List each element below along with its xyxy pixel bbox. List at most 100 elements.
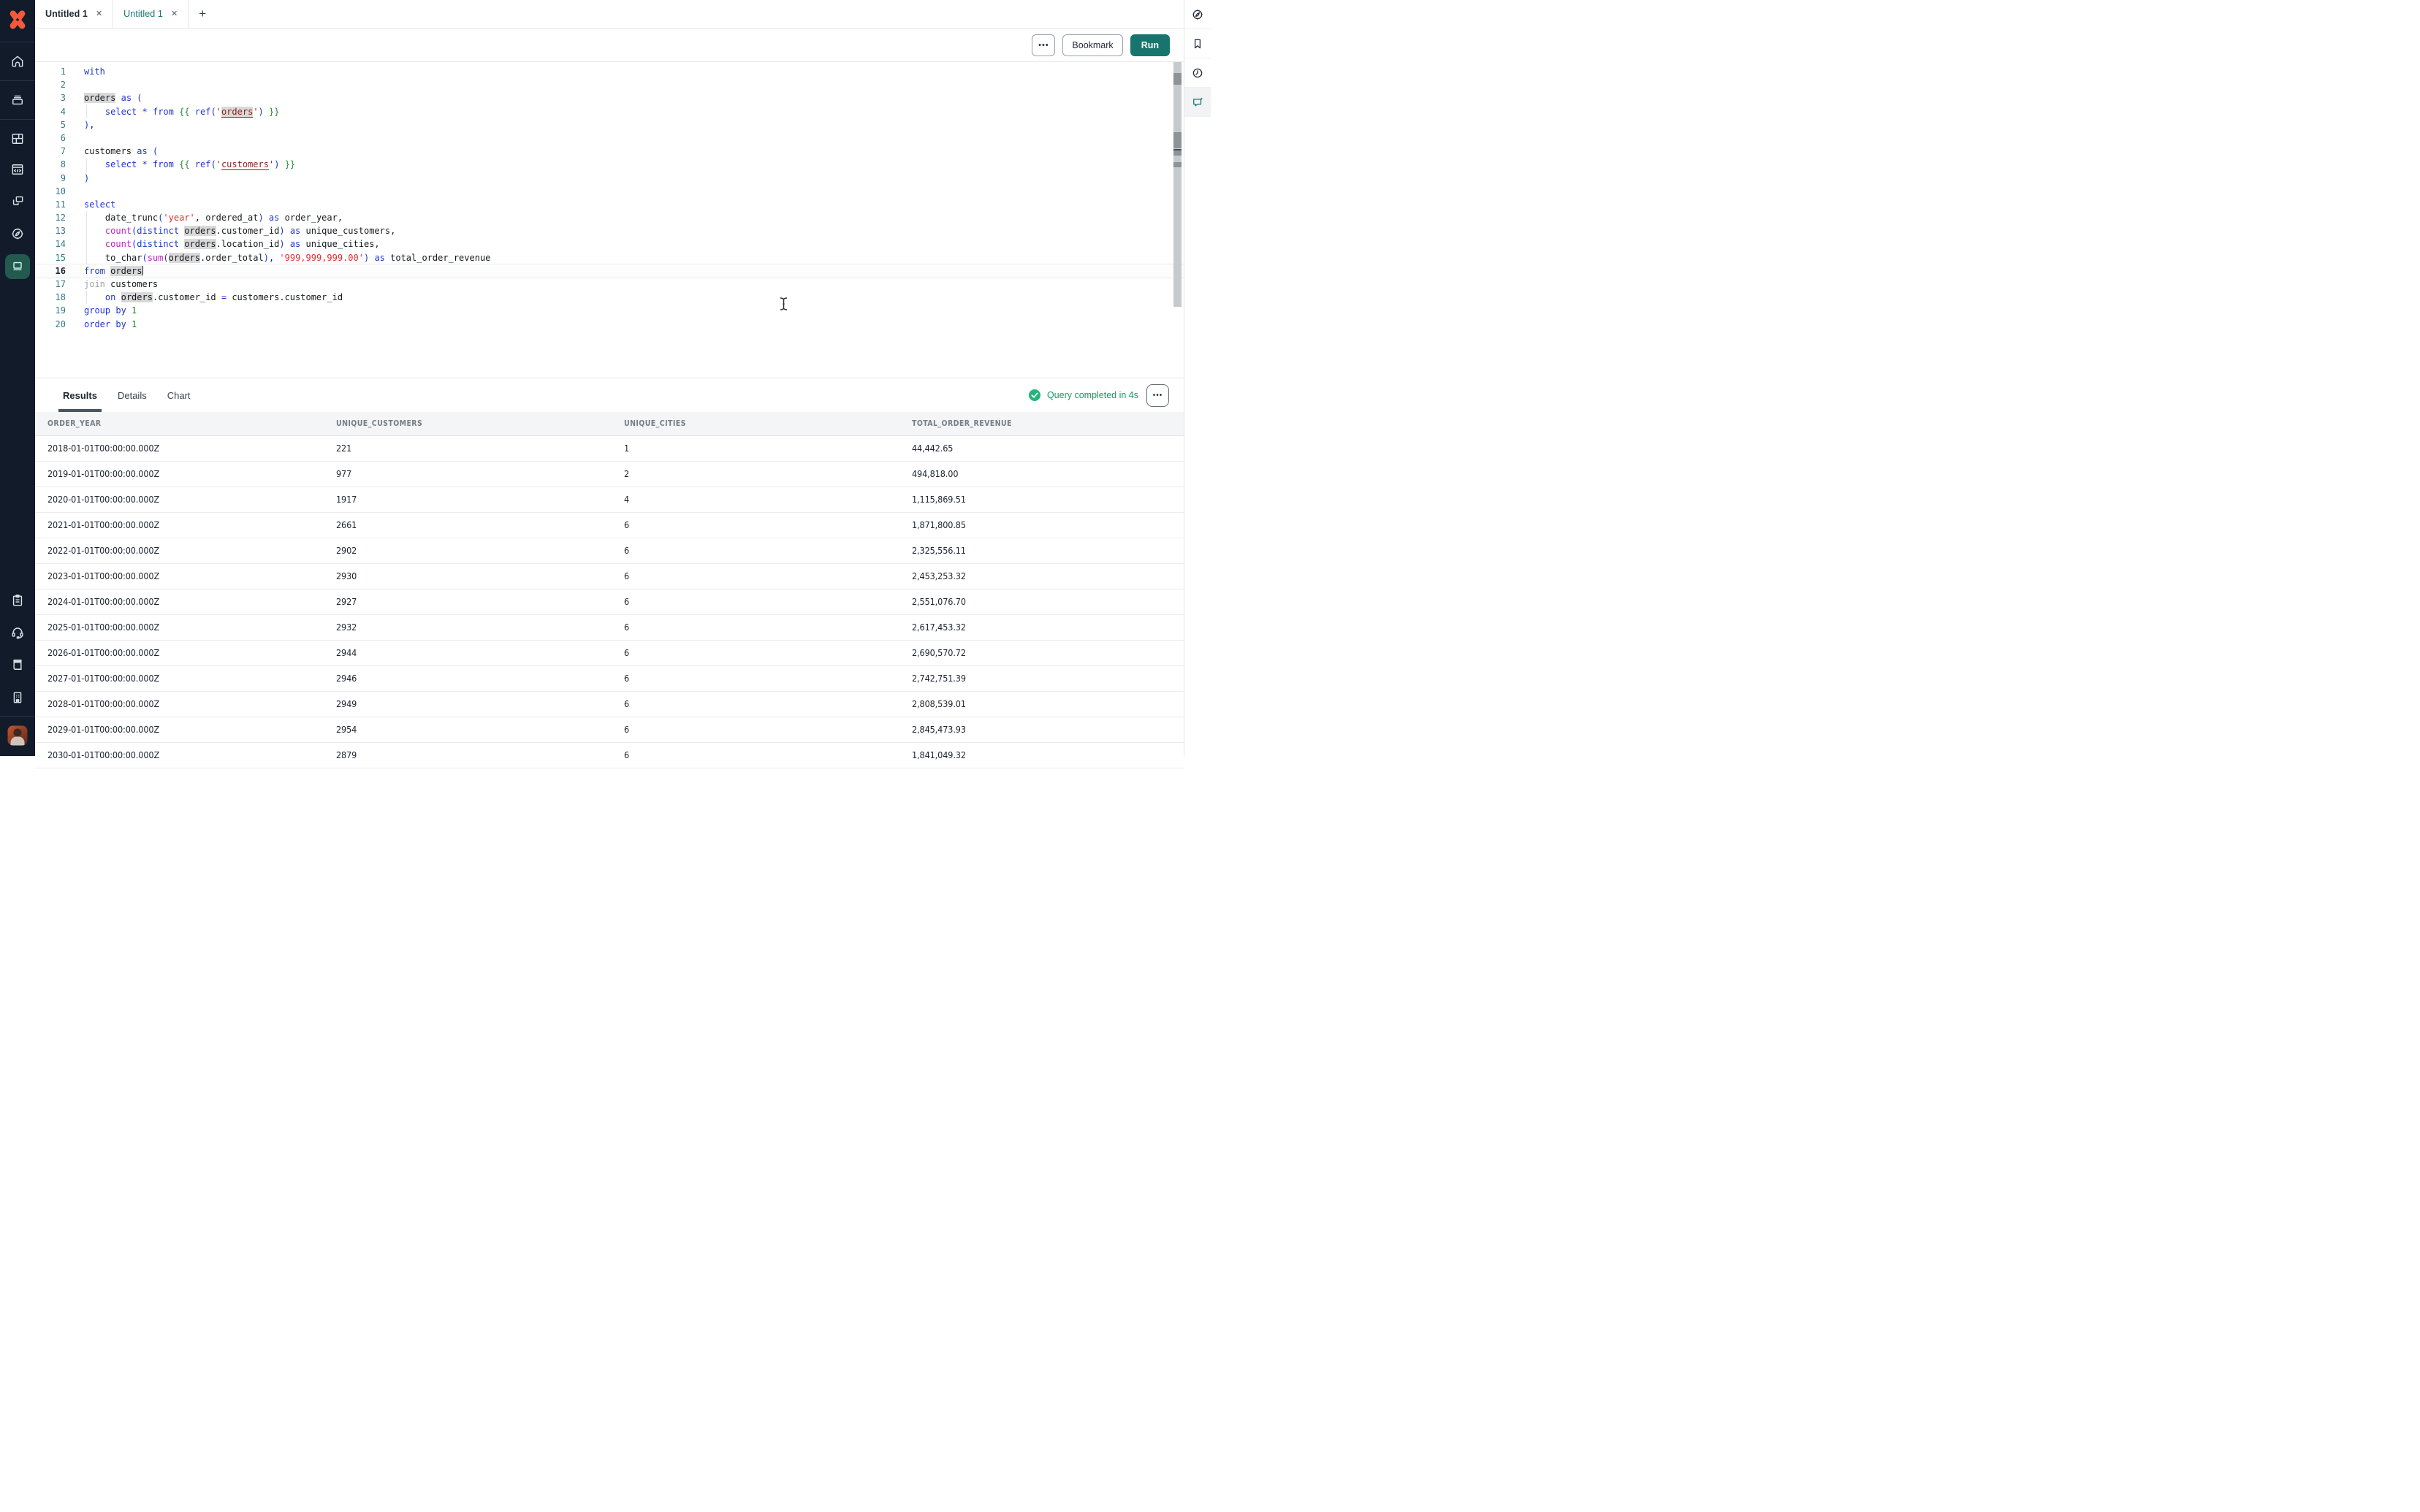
- code-line-2[interactable]: 2: [35, 78, 1184, 91]
- results-tab-results[interactable]: Results: [63, 378, 97, 412]
- table-cell: 4: [612, 486, 899, 512]
- run-button[interactable]: Run: [1130, 34, 1170, 56]
- code-token: order_year,: [279, 213, 343, 223]
- table-cell: 2023-01-01T00:00:00.000Z: [35, 563, 324, 589]
- editor-scrollbar[interactable]: [1173, 62, 1182, 307]
- sidebar-item-history-right[interactable]: [1184, 58, 1211, 88]
- sidebar-item-explore[interactable]: [5, 221, 30, 246]
- code-line-4[interactable]: 4 select * from {{ ref('orders') }}: [35, 105, 1184, 118]
- column-header[interactable]: TOTAL_ORDER_REVENUE: [899, 412, 1184, 435]
- code-line-20[interactable]: 20order by 1: [35, 318, 1184, 331]
- table-row[interactable]: 2024-01-01T00:00:00.000Z292762,551,076.7…: [35, 589, 1184, 614]
- code-line-5[interactable]: 5),: [35, 118, 1184, 131]
- code-line-13[interactable]: 13 count(distinct orders.customer_id) as…: [35, 224, 1184, 237]
- app-window: Untitled 1✕Untitled 1✕+ ••• Bookmark Run…: [0, 0, 1210, 756]
- tab-close-icon[interactable]: ✕: [170, 9, 179, 20]
- code-token: [279, 159, 284, 169]
- sidebar-item-notebook[interactable]: [5, 254, 30, 279]
- sidebar-item-home[interactable]: [5, 49, 30, 74]
- results-more-button[interactable]: •••: [1146, 384, 1169, 407]
- code-line-17[interactable]: 17join customers: [35, 278, 1184, 291]
- more-options-button[interactable]: •••: [1032, 34, 1055, 56]
- sidebar-item-support[interactable]: [5, 620, 30, 645]
- code-line-12[interactable]: 12 date_trunc('year', ordered_at) as ord…: [35, 211, 1184, 224]
- sidebar-item-docs[interactable]: [5, 652, 30, 677]
- code-token: unique_customers,: [300, 226, 395, 236]
- table-row[interactable]: 2030-01-01T00:00:00.000Z287961,841,049.3…: [35, 742, 1184, 768]
- code-line-9[interactable]: 9): [35, 172, 1184, 185]
- code-line-15[interactable]: 15 to_char(sum(orders.order_total), '999…: [35, 251, 1184, 264]
- notebook-tab-1[interactable]: Untitled 1✕: [35, 0, 113, 28]
- code-line-10[interactable]: 10: [35, 185, 1184, 198]
- code-line-14[interactable]: 14 count(distinct orders.location_id) as…: [35, 237, 1184, 251]
- code-token: .customer_id: [153, 292, 221, 302]
- table-cell: 2661: [324, 512, 612, 538]
- sidebar-item-components[interactable]: [5, 188, 30, 213]
- indent-guide: [86, 224, 87, 237]
- line-number: 15: [35, 251, 66, 264]
- code-token: [84, 239, 105, 249]
- table-row[interactable]: 2026-01-01T00:00:00.000Z294462,690,570.7…: [35, 640, 1184, 665]
- sidebar-item-templates[interactable]: [5, 588, 30, 613]
- code-token: as: [374, 253, 384, 263]
- line-number: 5: [35, 118, 66, 131]
- code-token: date_trunc: [84, 213, 158, 223]
- table-cell: 2029-01-01T00:00:00.000Z: [35, 717, 324, 742]
- sidebar-item-ai-chat-right[interactable]: [1184, 88, 1211, 117]
- code-line-6[interactable]: 6: [35, 131, 1184, 145]
- results-tab-chart[interactable]: Chart: [167, 378, 191, 412]
- code-line-18[interactable]: 18 on orders.customer_id = customers.cus…: [35, 291, 1184, 304]
- table-row[interactable]: 2023-01-01T00:00:00.000Z293062,453,253.3…: [35, 563, 1184, 589]
- code-line-8[interactable]: 8 select * from {{ ref('customers') }}: [35, 158, 1184, 171]
- table-row[interactable]: 2022-01-01T00:00:00.000Z290262,325,556.1…: [35, 538, 1184, 563]
- sql-editor[interactable]: 1with23orders as (4 select * from {{ ref…: [35, 62, 1184, 378]
- table-row[interactable]: 2027-01-01T00:00:00.000Z294662,742,751.3…: [35, 665, 1184, 691]
- table-cell: 2932: [324, 614, 612, 640]
- line-number: 4: [35, 105, 66, 118]
- sidebar-divider: [0, 80, 35, 81]
- hex-logo-icon[interactable]: [7, 9, 28, 30]
- left-sidebar: [0, 0, 35, 756]
- table-row[interactable]: 2019-01-01T00:00:00.000Z9772494,818.00: [35, 461, 1184, 486]
- code-line-19[interactable]: 19group by 1: [35, 304, 1184, 317]
- table-row[interactable]: 2029-01-01T00:00:00.000Z295462,845,473.9…: [35, 717, 1184, 742]
- table-cell: 6: [612, 717, 899, 742]
- sidebar-item-code[interactable]: [5, 157, 30, 182]
- sidebar-item-organization[interactable]: [5, 685, 30, 710]
- code-token: from: [153, 107, 174, 117]
- right-sidebar: [1184, 0, 1210, 756]
- results-tab-details[interactable]: Details: [118, 378, 147, 412]
- code-line-7[interactable]: 7customers as (: [35, 145, 1184, 158]
- code-token: [148, 146, 153, 156]
- table-row[interactable]: 2020-01-01T00:00:00.000Z191741,115,869.5…: [35, 486, 1184, 512]
- user-avatar[interactable]: [8, 726, 28, 746]
- code-line-11[interactable]: 11select: [35, 198, 1184, 211]
- table-row[interactable]: 2025-01-01T00:00:00.000Z293262,617,453.3…: [35, 614, 1184, 640]
- code-line-3[interactable]: 3orders as (: [35, 91, 1184, 104]
- table-cell: 2024-01-01T00:00:00.000Z: [35, 589, 324, 614]
- headset-icon: [10, 625, 25, 640]
- code-token: to_char: [84, 253, 142, 263]
- compass-icon: [10, 226, 25, 241]
- code-line-16[interactable]: 16from orders: [35, 264, 1184, 278]
- sidebar-item-explore-right[interactable]: [1184, 0, 1211, 29]
- laptop-icon: [10, 259, 25, 274]
- tab-close-icon[interactable]: ✕: [94, 9, 104, 20]
- sidebar-item-collections[interactable]: [5, 88, 30, 112]
- table-row[interactable]: 2018-01-01T00:00:00.000Z221144,442.65: [35, 435, 1184, 461]
- code-token: orders: [84, 93, 115, 103]
- sidebar-item-bookmarks-right[interactable]: [1184, 29, 1211, 58]
- indent-guide: [86, 158, 87, 171]
- sidebar-item-apps[interactable]: [5, 126, 30, 151]
- table-row[interactable]: 2021-01-01T00:00:00.000Z266161,871,800.8…: [35, 512, 1184, 538]
- code-line-1[interactable]: 1with: [35, 65, 1184, 78]
- notebook-tab-2[interactable]: Untitled 1✕: [113, 0, 189, 28]
- bookmark-button[interactable]: Bookmark: [1062, 34, 1122, 56]
- table-row[interactable]: 2028-01-01T00:00:00.000Z294962,808,539.0…: [35, 691, 1184, 717]
- column-header[interactable]: UNIQUE_CUSTOMERS: [324, 412, 612, 435]
- column-header[interactable]: ORDER_YEAR: [35, 412, 324, 435]
- new-tab-button[interactable]: +: [189, 0, 216, 28]
- line-number: 18: [35, 291, 66, 304]
- column-header[interactable]: UNIQUE_CITIES: [612, 412, 899, 435]
- code-token: [126, 319, 132, 329]
